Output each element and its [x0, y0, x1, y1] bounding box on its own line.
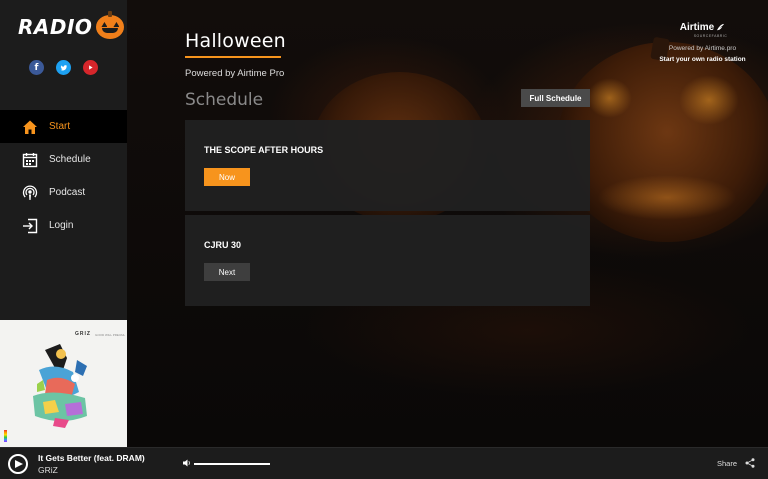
nav-item-label: Podcast — [49, 187, 86, 198]
pumpkin-mouth-glow — [597, 175, 737, 220]
player-bar: It Gets Better (feat. DRAM) GRiZ Share — [0, 447, 768, 479]
facebook-icon[interactable]: f — [29, 60, 44, 75]
home-icon — [22, 119, 38, 135]
show-title: THE SCOPE AFTER HOURS — [204, 145, 324, 155]
play-icon — [15, 460, 23, 468]
login-icon — [22, 218, 38, 234]
airtime-sub: SOURCEFABRIC — [693, 34, 728, 38]
play-button[interactable] — [8, 454, 28, 474]
airtime-logo: Airtime — [640, 22, 765, 33]
now-badge[interactable]: Now — [204, 168, 250, 186]
calendar-icon — [22, 152, 38, 168]
podcast-icon — [22, 185, 38, 201]
track-artist: GRiZ — [38, 465, 58, 475]
station-title: Halloween — [185, 30, 286, 52]
pumpkin-eye-glow — [679, 75, 739, 125]
social-links: f — [29, 60, 98, 75]
main-nav: Start Schedule Podcast Login — [0, 110, 127, 242]
airtime-powered: Powered by Airtime.pro — [668, 45, 737, 52]
nav-item-label: Schedule — [49, 154, 91, 165]
airtime-branding[interactable]: Airtime SOURCEFABRIC Powered by Airtime.… — [640, 22, 765, 63]
nav-item-podcast[interactable]: Podcast — [0, 176, 127, 209]
share-label[interactable]: Share — [717, 459, 737, 468]
volume-level — [194, 463, 270, 465]
volume-slider[interactable] — [194, 463, 270, 465]
album-cover: GRIZ GOOD WILL PREVAIL — [0, 320, 127, 447]
track-title: It Gets Better (feat. DRAM) — [38, 453, 145, 463]
nav-item-label: Login — [49, 220, 74, 231]
show-title: CJRU 30 — [204, 240, 242, 250]
share-icon[interactable] — [745, 458, 755, 468]
now-playing: It Gets Better (feat. DRAM) GRiZ — [38, 453, 145, 475]
airtime-start: Start your own radio station — [659, 56, 746, 63]
full-schedule-button[interactable]: Full Schedule — [521, 89, 590, 107]
airtime-logo-text: Airtime — [679, 22, 715, 33]
pumpkin-eye-glow — [587, 78, 632, 118]
logo-text: RADIO — [18, 15, 93, 39]
title-underline — [185, 56, 281, 58]
next-badge[interactable]: Next — [204, 263, 250, 281]
album-title: GRIZ — [75, 331, 91, 337]
youtube-icon[interactable] — [83, 60, 98, 75]
volume-icon[interactable] — [183, 459, 191, 467]
nav-item-label: Start — [49, 121, 71, 132]
album-artwork — [33, 344, 87, 428]
schedule-heading: Schedule — [185, 90, 264, 110]
rainbow-stripe — [4, 430, 7, 442]
nav-item-start[interactable]: Start — [0, 110, 127, 143]
album-subtitle: GOOD WILL PREVAIL — [95, 333, 126, 337]
sidebar: RADIO f Start Schedule Podcast Login GRI… — [0, 0, 127, 447]
nav-item-schedule[interactable]: Schedule — [0, 143, 127, 176]
nav-item-login[interactable]: Login — [0, 209, 127, 242]
radio-logo[interactable]: RADIO — [18, 11, 125, 42]
powered-by-text: Powered by Airtime Pro — [185, 68, 285, 79]
show-card: THE SCOPE AFTER HOURS Now — [185, 120, 590, 211]
show-card: CJRU 30 Next — [185, 215, 590, 306]
airtime-wing-icon — [717, 23, 725, 31]
jack-o-lantern-icon — [96, 11, 125, 39]
twitter-icon[interactable] — [56, 60, 71, 75]
